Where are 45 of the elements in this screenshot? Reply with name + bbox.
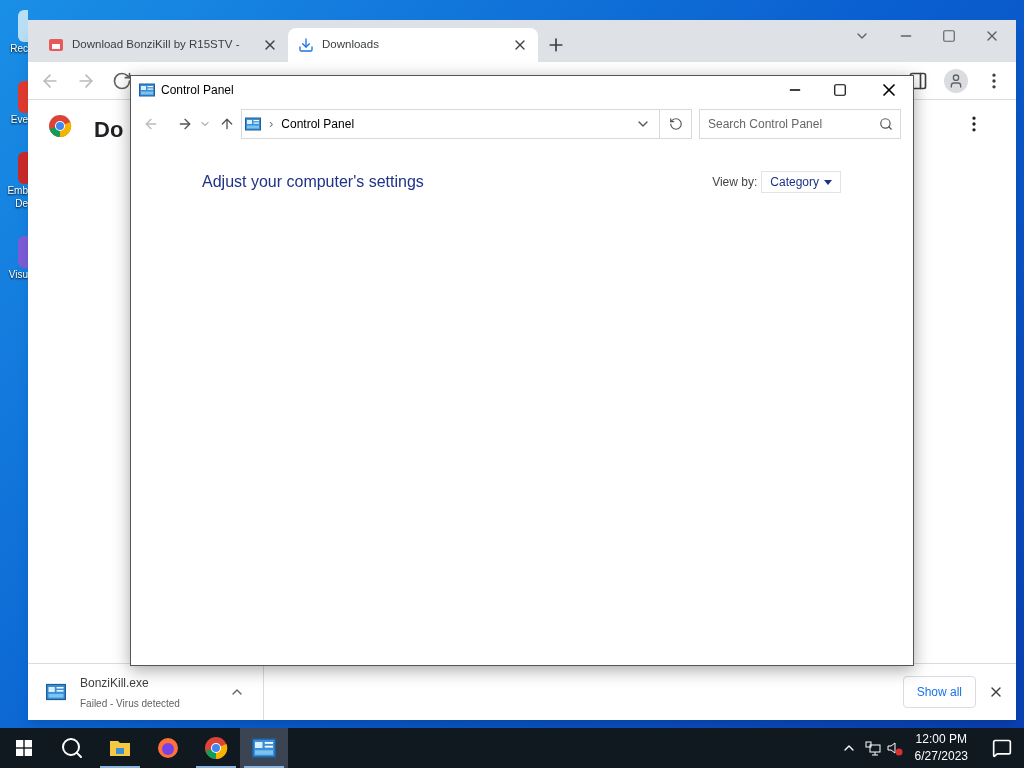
chrome-logo-icon <box>204 736 228 760</box>
desktop-icon-label: Rec <box>10 42 28 55</box>
clock-time[interactable]: 12:00 PM <box>915 731 967 748</box>
desktop-icon-label: Eve <box>10 113 28 126</box>
desktop-icon-label: Visu <box>8 268 28 281</box>
download-icon <box>298 37 314 53</box>
page-heading: Do <box>94 116 124 144</box>
taskbar-app[interactable] <box>240 728 288 768</box>
search-icon[interactable] <box>60 736 84 760</box>
window-title: Control Panel <box>161 82 234 99</box>
view-by-label: View by: <box>712 174 758 191</box>
breadcrumb-separator: › <box>269 115 274 134</box>
address-bar[interactable]: › Control Panel <box>241 109 692 139</box>
file-icon <box>46 682 66 702</box>
tab-title: Downloads <box>322 37 380 53</box>
reload-icon[interactable] <box>112 70 132 91</box>
desktop-icon-label: De <box>15 197 28 210</box>
control-panel-icon <box>139 82 155 98</box>
site-icon <box>48 37 64 53</box>
clock-date[interactable]: 6/27/2023 <box>914 748 968 765</box>
firefox-icon <box>156 736 180 760</box>
up-icon[interactable] <box>219 116 235 132</box>
search-icon <box>879 117 893 131</box>
view-by-dropdown[interactable]: Category <box>761 171 841 193</box>
search-field[interactable]: Search Control Panel <box>699 109 901 139</box>
control-panel-icon <box>245 116 261 132</box>
chrome-logo-icon <box>48 114 72 138</box>
download-status: Failed - Virus detected <box>80 696 181 711</box>
notifications-icon[interactable] <box>992 738 1012 758</box>
download-filename[interactable]: BonziKill.exe <box>80 673 215 692</box>
browser-tab[interactable]: Downloads <box>288 28 538 62</box>
maximize-icon[interactable] <box>833 83 847 97</box>
show-all-button[interactable]: Show all <box>902 676 976 708</box>
network-icon[interactable] <box>864 740 881 756</box>
page-heading: Adjust your computer's settings <box>202 172 424 192</box>
desktop-icon-label: Emb <box>7 184 28 197</box>
forward-icon[interactable] <box>177 116 193 132</box>
breadcrumb-item[interactable]: Control Panel <box>281 115 355 133</box>
windows-logo-icon <box>16 740 32 756</box>
refresh-icon[interactable] <box>668 117 683 131</box>
muted-speaker-icon[interactable] <box>886 740 903 756</box>
control-panel-icon <box>252 736 276 760</box>
tab-title: Download BonziKill by R15STV - <box>72 37 241 53</box>
browser-tab[interactable]: Download BonziKill by R15STV - <box>38 28 288 62</box>
profile-icon[interactable] <box>944 68 968 93</box>
